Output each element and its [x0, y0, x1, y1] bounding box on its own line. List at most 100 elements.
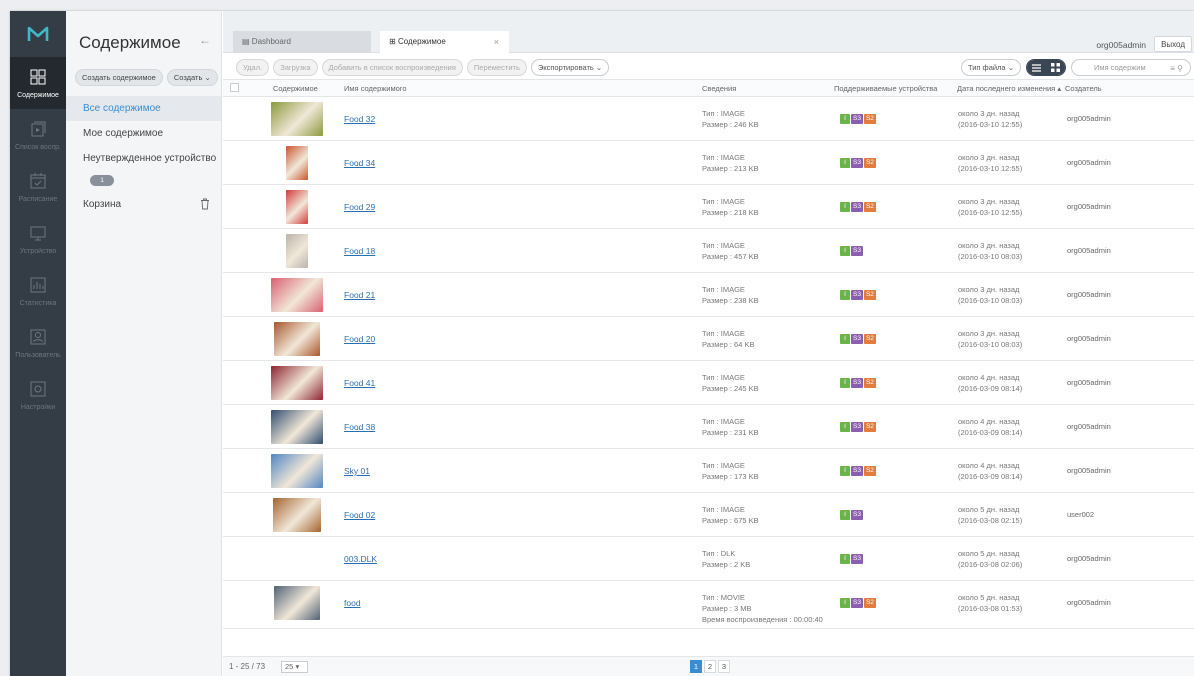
thumbnail-cell: [269, 542, 325, 576]
device-badge-s3: S3: [851, 334, 863, 344]
settings-icon: [29, 380, 47, 404]
content-type: Тип : IMAGE: [702, 373, 745, 382]
device-badge-i: I: [840, 554, 850, 564]
content-name-link[interactable]: Food 41: [344, 378, 375, 388]
modified-date: около 3 дн. назад (2016-03-10 08:03): [958, 240, 1022, 262]
upload-button[interactable]: Загрузка: [273, 59, 318, 76]
supported-devices: I S3 S2: [840, 378, 876, 388]
nav-item-my-content[interactable]: Мое содержимое: [66, 121, 221, 146]
content-size: Размер : 245 KB: [702, 384, 759, 393]
content-thumbnail[interactable]: [273, 498, 321, 532]
content-name-link[interactable]: Food 18: [344, 246, 375, 256]
content-type: Тип : IMAGE: [702, 461, 745, 470]
content-thumbnail[interactable]: [274, 586, 320, 620]
content-name-link[interactable]: Food 20: [344, 334, 375, 344]
add-to-playlist-button[interactable]: Добавить в список воспроизведения: [321, 59, 463, 76]
nav-item-trash[interactable]: Корзина: [66, 192, 221, 217]
creator: org005admin: [1067, 422, 1111, 431]
content-name-link[interactable]: Food 38: [344, 422, 375, 432]
page-2-button[interactable]: 2: [704, 660, 716, 673]
device-badge-s2: S2: [863, 378, 876, 388]
table-row[interactable]: Food 32 Тип : IMAGE Размер : 246 KB I S3 S2 ок…: [223, 97, 1194, 141]
list-view-icon[interactable]: [1027, 60, 1046, 75]
delete-button[interactable]: Удал.: [236, 59, 270, 76]
creator: org005admin: [1067, 378, 1111, 387]
rail-item-user[interactable]: Пользователь: [10, 317, 66, 369]
table-row[interactable]: Food 34 Тип : IMAGE Размер : 213 KB I S3 S2 ок…: [223, 141, 1194, 185]
rail-item-label: Устройство: [19, 247, 57, 255]
table-row[interactable]: 003.DLK Тип : DLK Размер : 2 KB I S3 около 5 …: [223, 537, 1194, 581]
table-row[interactable]: food Тип : MOVIE Размер : 3 MB Время воспро…: [223, 581, 1194, 629]
select-all-checkbox[interactable]: [230, 83, 239, 92]
content-name-link[interactable]: 003.DLK: [344, 554, 377, 564]
supported-devices: I S3: [840, 554, 863, 564]
content-name-link[interactable]: Food 21: [344, 290, 375, 300]
header-name[interactable]: Имя содержимого: [344, 84, 407, 93]
export-dropdown[interactable]: Экспортировать ⌄: [530, 59, 610, 76]
nav-item-all-content[interactable]: Все содержимое: [66, 96, 221, 121]
page-3-button[interactable]: 3: [718, 660, 730, 673]
rail-item-label: Пользователь: [15, 351, 61, 359]
thumbnail-cell: [269, 102, 325, 136]
content-name-link[interactable]: Food 32: [344, 114, 375, 124]
table-row[interactable]: Food 21 Тип : IMAGE Размер : 238 KB I S3 S2 ок…: [223, 273, 1194, 317]
content-thumbnail[interactable]: [286, 146, 308, 180]
content-name-link[interactable]: Food 29: [344, 202, 375, 212]
content-thumbnail[interactable]: [286, 190, 308, 224]
table-row[interactable]: Food 41 Тип : IMAGE Размер : 245 KB I S3 S2 ок…: [223, 361, 1194, 405]
file-type-dropdown[interactable]: Тип файла ⌄: [960, 59, 1021, 76]
content-thumbnail[interactable]: [271, 102, 323, 136]
grid-view-icon[interactable]: [1046, 60, 1065, 75]
nav-item-unapproved-device[interactable]: Неутвержденное устройство: [66, 146, 221, 171]
trash-icon[interactable]: [200, 198, 210, 210]
create-dropdown[interactable]: Создать ⌄: [166, 69, 218, 86]
create-content-button[interactable]: Создать содержимое: [75, 69, 163, 86]
content-thumbnail[interactable]: [271, 366, 323, 400]
content-thumbnail[interactable]: [286, 234, 308, 268]
header-creator[interactable]: Создатель: [1065, 84, 1102, 93]
device-badge-s3: S3: [851, 422, 863, 432]
tab-content[interactable]: ⊞ Содержимое ×: [380, 31, 509, 53]
rail-item-device[interactable]: Устройство: [10, 213, 66, 265]
rail-item-playlist[interactable]: Список воспр.: [10, 109, 66, 161]
table-row[interactable]: Food 20 Тип : IMAGE Размер : 64 KB I S3 S2 око…: [223, 317, 1194, 361]
content-thumbnail[interactable]: [274, 322, 320, 356]
content-name-link[interactable]: Sky 01: [344, 466, 370, 476]
content-name-link[interactable]: Food 34: [344, 158, 375, 168]
table-row[interactable]: Sky 01 Тип : IMAGE Размер : 173 KB I S3 S2 око…: [223, 449, 1194, 493]
modified-date: около 3 дн. назад (2016-03-10 12:55): [958, 108, 1022, 130]
content-type: Тип : IMAGE: [702, 197, 745, 206]
rail-item-statistics[interactable]: Статистика: [10, 265, 66, 317]
table-row[interactable]: Food 29 Тип : IMAGE Размер : 218 KB I S3 S2 ок…: [223, 185, 1194, 229]
content-table: Food 32 Тип : IMAGE Размер : 246 KB I S3 S2 ок…: [223, 97, 1194, 629]
search-icon[interactable]: ≡ ⚲: [1170, 61, 1183, 76]
table-row[interactable]: Food 02 Тип : IMAGE Размер : 675 KB I S3 окол…: [223, 493, 1194, 537]
content-thumbnail[interactable]: [271, 410, 323, 444]
content-type: Тип : IMAGE: [702, 505, 745, 514]
move-button[interactable]: Переместить: [466, 59, 527, 76]
close-tab-icon[interactable]: ×: [494, 31, 499, 53]
page-size-select[interactable]: 25 ▾: [281, 661, 308, 673]
content-type: Тип : IMAGE: [702, 153, 745, 162]
page-1-button[interactable]: 1: [690, 660, 702, 673]
rail-item-label: Расписание: [18, 195, 58, 203]
device-badge-i: I: [840, 466, 850, 476]
rail-item-schedule[interactable]: Расписание: [10, 161, 66, 213]
content-info: Тип : IMAGE Размер : 213 KB: [702, 152, 759, 174]
rail-item-content[interactable]: Содержимое: [10, 57, 66, 109]
app-window: Содержимое Список воспр. Расписание Устройс…: [10, 11, 1194, 676]
header-modified[interactable]: Дата последнего изменения ▴: [957, 84, 1061, 93]
table-row[interactable]: Food 18 Тип : IMAGE Размер : 457 KB I S3 окол…: [223, 229, 1194, 273]
modified-ago: около 5 дн. назад: [958, 593, 1020, 602]
search-input[interactable]: Имя содержим ≡ ⚲: [1071, 59, 1191, 76]
content-name-link[interactable]: food: [344, 598, 361, 608]
content-thumbnail[interactable]: [271, 454, 323, 488]
content-name-link[interactable]: Food 02: [344, 510, 375, 520]
rail-item-settings[interactable]: Настройки: [10, 369, 66, 421]
logout-button[interactable]: Выход: [1154, 36, 1192, 52]
back-arrow-icon[interactable]: ←: [199, 33, 211, 47]
modified-ago: около 5 дн. назад: [958, 549, 1020, 558]
content-thumbnail[interactable]: [271, 278, 323, 312]
table-row[interactable]: Food 38 Тип : IMAGE Размер : 231 KB I S3 S2 ок…: [223, 405, 1194, 449]
tab-dashboard[interactable]: ▤ Dashboard: [233, 31, 371, 53]
